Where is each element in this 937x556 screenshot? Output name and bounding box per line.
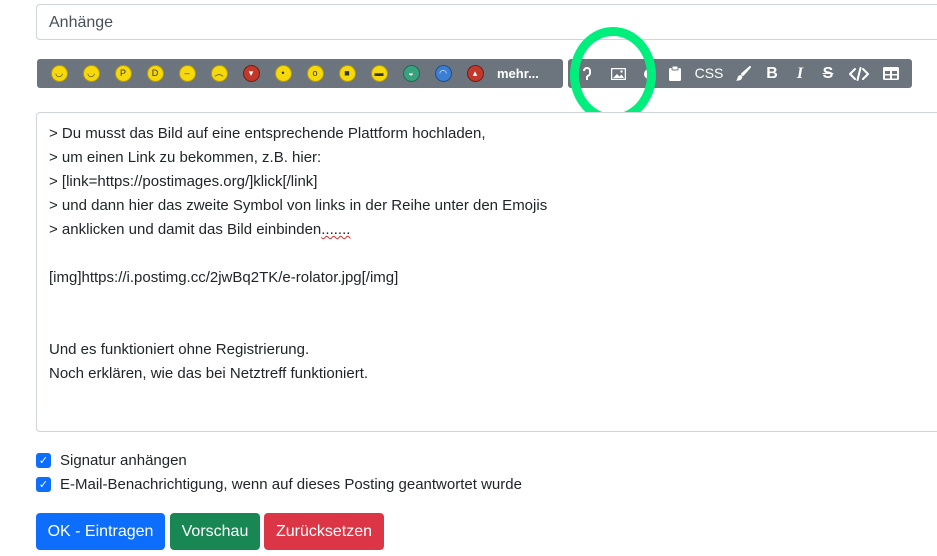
signature-checkbox[interactable]: ✓ [36, 453, 51, 468]
reset-button[interactable]: Zurücksetzen [264, 513, 384, 550]
emoji-angry-devil-icon[interactable]: ▴ [466, 65, 484, 82]
emoji-wink-icon[interactable]: ◡ [82, 65, 100, 82]
text-line-part: > anklicken und damit das Bild einbinden [49, 221, 322, 238]
emoji-crying-icon[interactable]: ◠ [434, 65, 452, 82]
notify-option: ✓ E-Mail-Benachrichtigung, wenn auf dies… [36, 476, 522, 493]
circle-icon[interactable] [638, 59, 660, 88]
more-emojis-button[interactable]: mehr... [497, 66, 539, 81]
bold-button[interactable]: B [758, 59, 786, 88]
strikethrough-button[interactable]: S [814, 59, 842, 88]
message-textarea[interactable]: > Du musst das Bild auf eine entsprechen… [36, 112, 937, 432]
attachments-field[interactable]: Anhänge [36, 4, 937, 40]
italic-button[interactable]: I [786, 59, 814, 88]
text-line: > anklicken und damit das Bild einbinden… [49, 218, 937, 242]
clipboard-icon[interactable] [660, 59, 690, 88]
signature-option: ✓ Signatur anhängen [36, 452, 187, 469]
emoji-tongue-icon[interactable]: P [114, 65, 132, 82]
signature-label: Signatur anhängen [60, 452, 187, 469]
emoji-devil-icon[interactable]: ▾ [242, 65, 260, 82]
text-line: > und dann hier das zweite Symbol von li… [49, 197, 548, 214]
text-line [49, 242, 937, 266]
emoji-sad-icon[interactable]: ︵ [210, 65, 228, 82]
link-icon[interactable] [576, 59, 598, 88]
preview-button[interactable]: Vorschau [170, 513, 260, 550]
text-line: Und es funktioniert ohne Registrierung. [49, 341, 310, 358]
image-icon[interactable] [598, 59, 638, 88]
format-toolbar: CSS B I S [568, 59, 912, 88]
emoji-cool-icon[interactable]: ■ [338, 65, 356, 82]
text-line [49, 290, 937, 314]
text-line: > um einen Link zu bekommen, z.B. hier: [49, 149, 322, 166]
text-line: > [link=https://postimages.org/]klick[/l… [49, 173, 318, 190]
emoji-neutral-icon[interactable]: – [178, 65, 196, 82]
text-line: > Du musst das Bild auf eine entsprechen… [49, 125, 486, 142]
emoji-sunglasses-icon[interactable]: ▬ [370, 65, 388, 82]
table-icon[interactable] [876, 59, 906, 88]
brush-icon[interactable] [728, 59, 758, 88]
notify-checkbox[interactable]: ✓ [36, 477, 51, 492]
css-button[interactable]: CSS [690, 59, 728, 88]
text-line: Noch erklären, wie das bei Netztreff fun… [49, 365, 369, 382]
submit-button[interactable]: OK - Eintragen [36, 513, 165, 550]
emoji-toolbar: ◡ ◡ P D – ︵ ▾ • o ■ ▬ ◒ ◠ ▴ mehr... [37, 59, 563, 88]
emoji-eyeroll-icon[interactable]: o [306, 65, 324, 82]
text-line [49, 314, 937, 338]
emoji-grin-icon[interactable]: D [146, 65, 164, 82]
spellcheck-dots: ....... [321, 221, 351, 238]
emoji-bee-icon[interactable]: • [274, 65, 292, 82]
emoji-smile-icon[interactable]: ◡ [50, 65, 68, 82]
notify-label: E-Mail-Benachrichtigung, wenn auf dieses… [60, 476, 522, 493]
text-line: [img]https://i.postimg.cc/2jwBq2TK/e-rol… [49, 269, 399, 286]
code-icon[interactable] [842, 59, 876, 88]
emoji-cap-icon[interactable]: ◒ [402, 65, 420, 82]
